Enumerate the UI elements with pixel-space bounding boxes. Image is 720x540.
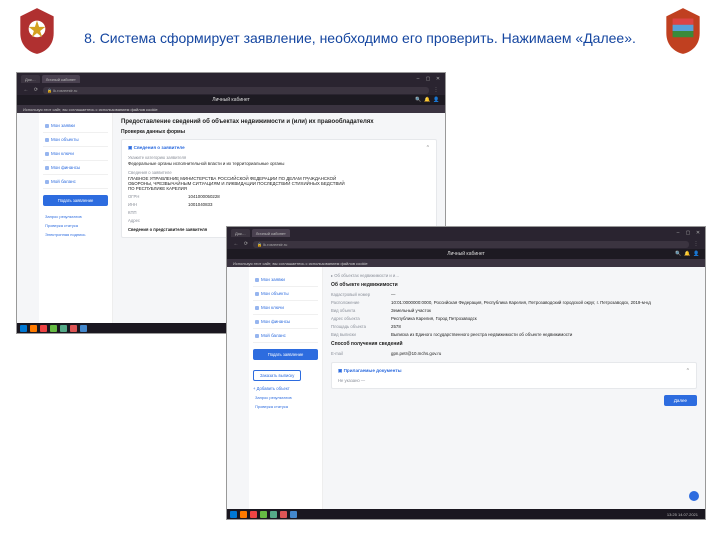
url-input[interactable]: 🔒 lk.rosreestr.ru xyxy=(43,87,429,94)
sidebar-item[interactable]: Мои финансы xyxy=(253,315,318,329)
taskbar-app-icon[interactable] xyxy=(30,325,37,332)
address-bar: ← ⟳ 🔒 lk.rosreestr.ru ⋮ xyxy=(17,85,445,95)
sidebar-item[interactable]: Мои ключи xyxy=(43,147,108,161)
menu-icon[interactable]: ⋮ xyxy=(693,241,699,247)
taskbar-clock: 13:25 14.07.2021 xyxy=(667,512,702,517)
windows-taskbar: 13:25 14.07.2021 xyxy=(227,509,705,519)
start-button[interactable] xyxy=(230,511,237,518)
close-icon[interactable]: ✕ xyxy=(435,76,441,82)
documents-card: ▣ Прилагаемые документы ⌃ Не указано — xyxy=(331,362,697,389)
maximize-icon[interactable]: ▢ xyxy=(685,230,691,236)
bell-icon[interactable]: 🔔 xyxy=(684,251,690,257)
applicant-card: ▣ Сведения о заявителе ⌃ Укажите категор… xyxy=(121,139,437,238)
browser-tab[interactable]: Док… xyxy=(21,75,40,83)
sidebar-item[interactable]: Мои объекты xyxy=(253,287,318,301)
window-titlebar: Док… Личный кабинет – ▢ ✕ xyxy=(227,227,705,239)
submit-application-button[interactable]: Подать заявление xyxy=(43,195,108,206)
sidebar-link[interactable]: Электронная подпись xyxy=(43,230,108,239)
user-icon[interactable]: 👤 xyxy=(433,97,439,103)
sidebar-link[interactable]: Запрос результатов xyxy=(43,212,108,221)
site-header: Личный кабинет 🔍 🔔 👤 xyxy=(227,249,705,259)
sidebar-item[interactable]: Мой баланс xyxy=(253,329,318,343)
card-header[interactable]: ▣ Прилагаемые документы ⌃ xyxy=(338,368,690,374)
section-title: Об объекте недвижимости xyxy=(331,282,697,288)
sidebar-item[interactable]: Мои ключи xyxy=(253,301,318,315)
minimize-icon[interactable]: – xyxy=(675,230,681,236)
order-extract-button[interactable]: Заказать выписку xyxy=(253,370,301,381)
next-button[interactable]: Далее xyxy=(664,395,697,406)
url-input[interactable]: 🔒 lk.rosreestr.ru xyxy=(253,241,689,248)
minimize-icon[interactable]: – xyxy=(415,76,421,82)
taskbar-app-icon[interactable] xyxy=(260,511,267,518)
taskbar-app-icon[interactable] xyxy=(240,511,247,518)
section-title: Способ получения сведений xyxy=(331,341,697,347)
screenshot-lower: Док… Личный кабинет – ▢ ✕ ← ⟳ 🔒 lk.rosre… xyxy=(226,226,706,520)
chevron-up-icon: ⌃ xyxy=(686,368,690,374)
browser-tab[interactable]: Личный кабинет xyxy=(252,229,290,237)
mchs-emblem xyxy=(16,6,58,56)
taskbar-app-icon[interactable] xyxy=(80,325,87,332)
help-fab[interactable] xyxy=(689,491,699,501)
taskbar-app-icon[interactable] xyxy=(290,511,297,518)
close-icon[interactable]: ✕ xyxy=(695,230,701,236)
window-titlebar: Док… Личный кабинет – ▢ ✕ xyxy=(17,73,445,85)
sidebar-item[interactable]: Мои заявки xyxy=(253,273,318,287)
menu-icon[interactable]: ⋮ xyxy=(433,87,439,93)
taskbar-app-icon[interactable] xyxy=(60,325,67,332)
card-header[interactable]: ▣ Сведения о заявителе ⌃ xyxy=(128,145,430,151)
sidebar: Мои заявки Мои объекты Мои ключи Мои фин… xyxy=(39,113,113,323)
sidebar-item[interactable]: Мои объекты xyxy=(43,133,108,147)
slide-caption: 8. Система сформирует заявление, необход… xyxy=(74,30,646,46)
maximize-icon[interactable]: ▢ xyxy=(425,76,431,82)
main-content: ▸ Об объектах недвижимости и и… Об объек… xyxy=(323,267,705,509)
browser-tab[interactable]: Личный кабинет xyxy=(42,75,80,83)
taskbar-app-icon[interactable] xyxy=(50,325,57,332)
reload-icon[interactable]: ⟳ xyxy=(33,87,39,93)
cookie-banner: Используя этот сайт, вы соглашаетесь с и… xyxy=(17,105,445,113)
lock-icon: 🔒 xyxy=(257,242,262,247)
breadcrumb: ▸ Об объектах недвижимости и и… xyxy=(331,273,697,278)
sidebar-link[interactable]: Проверка статуса xyxy=(253,402,318,411)
sidebar-item[interactable]: Мои заявки xyxy=(43,119,108,133)
chevron-up-icon: ⌃ xyxy=(426,145,430,151)
address-bar: ← ⟳ 🔒 lk.rosreestr.ru ⋮ xyxy=(227,239,705,249)
lock-icon: 🔒 xyxy=(47,88,52,93)
sidebar-link[interactable]: Проверка статуса xyxy=(43,221,108,230)
search-icon[interactable]: 🔍 xyxy=(675,251,681,257)
taskbar-app-icon[interactable] xyxy=(70,325,77,332)
submit-application-button[interactable]: Подать заявление xyxy=(253,349,318,360)
karelia-emblem xyxy=(662,6,704,56)
sidebar-link[interactable]: Запрос результатов xyxy=(253,393,318,402)
taskbar-app-icon[interactable] xyxy=(40,325,47,332)
browser-tab[interactable]: Док… xyxy=(231,229,250,237)
back-icon[interactable]: ← xyxy=(233,241,239,247)
user-icon[interactable]: 👤 xyxy=(693,251,699,257)
start-button[interactable] xyxy=(20,325,27,332)
section-title: Проверка данных формы xyxy=(121,129,437,135)
taskbar-app-icon[interactable] xyxy=(280,511,287,518)
site-header: Личный кабинет 🔍 🔔 👤 xyxy=(17,95,445,105)
sidebar-item[interactable]: Мой баланс xyxy=(43,175,108,189)
search-icon[interactable]: 🔍 xyxy=(415,97,421,103)
bell-icon[interactable]: 🔔 xyxy=(424,97,430,103)
taskbar-app-icon[interactable] xyxy=(270,511,277,518)
sidebar-item[interactable]: Мои финансы xyxy=(43,161,108,175)
cookie-banner: Используя этот сайт, вы соглашаетесь с и… xyxy=(227,259,705,267)
add-object-link[interactable]: + Добавить объект xyxy=(253,384,290,393)
reload-icon[interactable]: ⟳ xyxy=(243,241,249,247)
back-icon[interactable]: ← xyxy=(23,87,29,93)
sidebar: Мои заявки Мои объекты Мои ключи Мои фин… xyxy=(249,267,323,509)
page-title: Предоставление сведений об объектах недв… xyxy=(121,119,437,125)
taskbar-app-icon[interactable] xyxy=(250,511,257,518)
